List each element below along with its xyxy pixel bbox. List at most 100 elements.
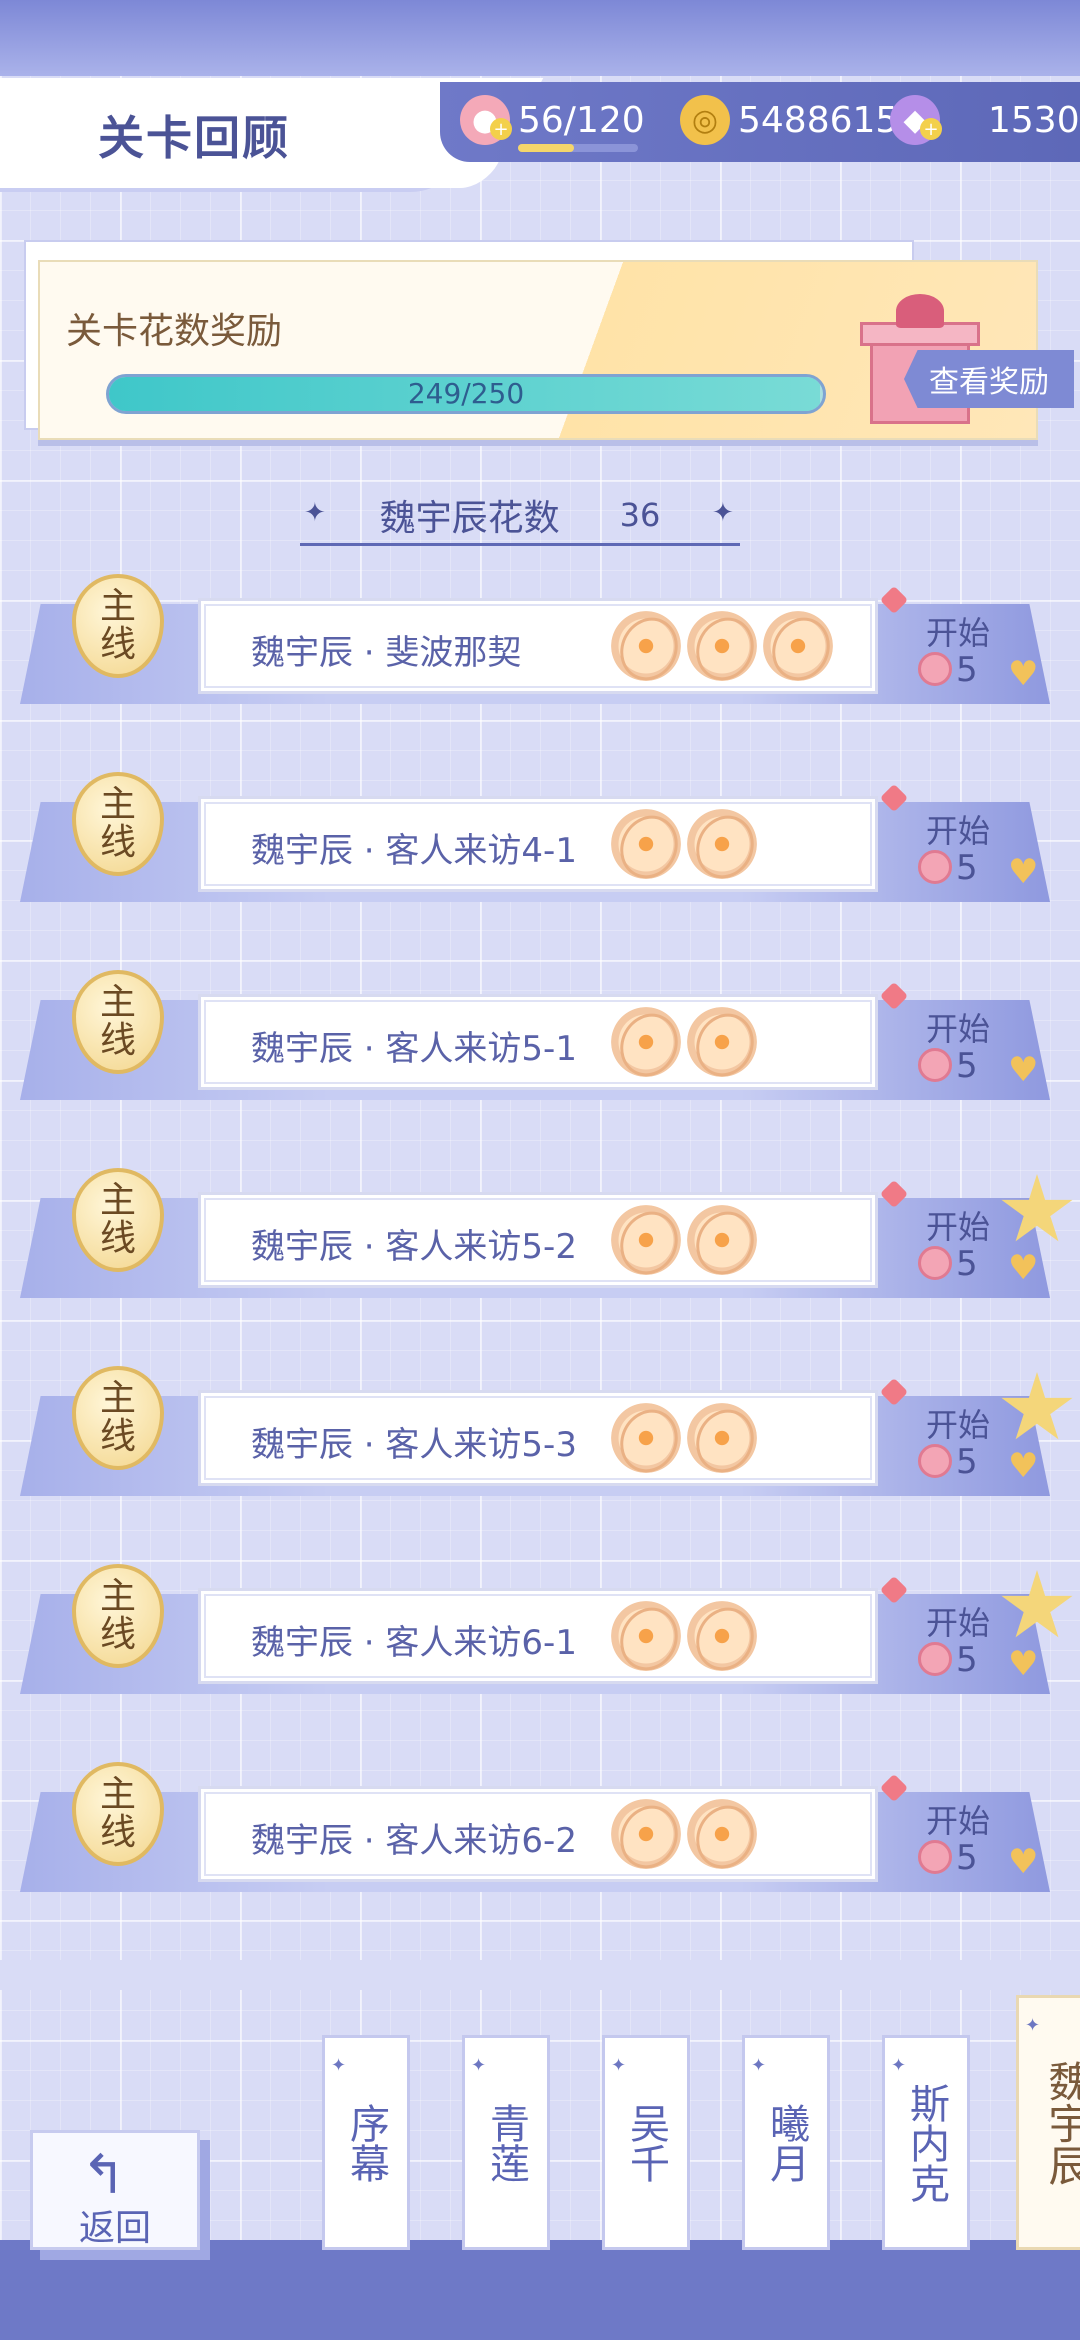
back-button[interactable]: ↰ 返回 [30,2130,200,2250]
level-row[interactable]: 魏宇辰 · 客人来访5-3 主 线 开始 5 ♥ [20,1366,1073,1500]
flower-icon [687,809,757,879]
flower-icon [611,1799,681,1869]
reward-progress-text: 249/250 [407,377,525,410]
start-button[interactable]: 开始 5 ♥ [879,1773,1038,1888]
gold-resource[interactable]: ◎ 5488615 [680,92,898,148]
level-panel[interactable]: 魏宇辰 · 客人来访5-1 [198,994,878,1090]
gold-value: 5488615 [738,99,899,141]
chapter-tab[interactable]: ✦ 魏宇辰 [1016,1995,1080,2250]
start-label: 开始 [926,1208,991,1246]
start-label: 开始 [926,1406,991,1444]
level-row[interactable]: 魏宇辰 · 客人来访6-1 主 线 开始 5 ♥ [20,1564,1073,1698]
level-panel[interactable]: 魏宇辰 · 客人来访5-3 [198,1390,878,1486]
heart-icon: ♥ [1008,654,1039,694]
cupcake-stamina-icon [918,1840,952,1874]
stamina-cost: 5 [956,1640,978,1680]
level-panel[interactable]: 魏宇辰 · 客人来访6-1 [198,1588,878,1684]
chapter-tab[interactable]: ✦ 序幕 [322,2035,410,2250]
stamina-value: 56/120 [518,99,645,141]
section-title: 魏宇辰花数 [379,497,560,539]
stamina-bar [518,144,638,152]
level-row[interactable]: 魏宇辰 · 客人来访5-2 主 线 开始 5 ♥ [20,1168,1073,1302]
start-button[interactable]: 开始 5 ♥ [879,981,1038,1096]
reward-progress-bar: 249/250 [106,374,826,414]
stamina-resource[interactable]: ● + 56/120 [460,92,645,152]
chapter-tab[interactable]: ✦ 青莲 [462,2035,550,2250]
add-gem-icon[interactable]: + [920,118,942,140]
stamina-cost: 5 [956,848,978,888]
level-name: 魏宇辰 · 斐波那契 [251,633,522,673]
flower-rating [611,1205,757,1275]
header: 关卡回顾 ● + 56/120 ◎ 5488615 ◆ + 1530 [0,72,1080,190]
flower-rating [611,611,833,681]
level-name: 魏宇辰 · 客人来访6-1 [251,1623,577,1663]
level-row[interactable]: 魏宇辰 · 斐波那契 主 线 开始 5 ♥ [20,574,1060,708]
add-stamina-icon[interactable]: + [490,118,512,140]
level-panel[interactable]: 魏宇辰 · 客人来访4-1 [198,796,878,892]
start-label: 开始 [926,614,991,652]
chapter-tab[interactable]: ✦ 斯内克 [882,2035,970,2250]
flower-icon [611,1403,681,1473]
level-row[interactable]: 魏宇辰 · 客人来访6-2 主 线 开始 5 ♥ [20,1762,1060,1896]
back-arrow-icon: ↰ [81,2143,127,2206]
stamina-cost: 5 [956,1046,978,1086]
level-panel[interactable]: 魏宇辰 · 斐波那契 [198,598,878,694]
chapter-tab-label: 吴千 [623,2102,669,2183]
chapter-tab[interactable]: ✦ 曦月 [742,2035,830,2250]
gem-value: 1530 [988,99,1080,141]
start-button[interactable]: 开始 5 ♥ [879,1575,1038,1690]
stamina-cost: 5 [956,1442,978,1482]
heart-icon: ♥ [1008,1446,1039,1486]
sparkle-icon: ✦ [751,2055,767,2076]
level-row[interactable]: 魏宇辰 · 客人来访4-1 主 线 开始 5 ♥ [20,772,1060,906]
start-button[interactable]: 开始 5 ♥ [879,585,1038,700]
flower-icon [611,1007,681,1077]
heart-icon: ♥ [1008,1050,1039,1090]
cupcake-stamina-icon [918,652,952,686]
flower-icon [611,1205,681,1275]
level-name: 魏宇辰 · 客人来访5-1 [251,1029,577,1069]
stamina-cost: 5 [956,1244,978,1284]
stamina-cost: 5 [956,650,978,690]
sparkle-icon: ✦ [611,2055,627,2076]
section-header: 魏宇辰花数 36 [300,486,740,546]
view-rewards-button[interactable]: 查看奖励 [904,350,1074,408]
heart-icon: ♥ [1008,1248,1039,1288]
level-panel[interactable]: 魏宇辰 · 客人来访5-2 [198,1192,878,1288]
chapter-tab[interactable]: ✦ 吴千 [602,2035,690,2250]
back-label: 返回 [79,2208,152,2249]
start-label: 开始 [926,1604,991,1642]
flower-rating [611,1007,757,1077]
resource-bar: ● + 56/120 ◎ 5488615 ◆ + 1530 [440,82,1080,162]
start-label: 开始 [926,812,991,850]
flower-icon [611,809,681,879]
start-button[interactable]: 开始 5 ♥ [879,1179,1038,1294]
level-row[interactable]: 魏宇辰 · 客人来访5-1 主 线 开始 5 ♥ [20,970,1060,1104]
start-label: 开始 [926,1010,991,1048]
flower-reward-card: 关卡花数奖励 249/250 查看奖励 [24,240,1074,440]
gem-resource[interactable]: ◆ + 1530 [890,92,1080,148]
cupcake-stamina-icon [918,1444,952,1478]
level-name: 魏宇辰 · 客人来访5-3 [251,1425,577,1465]
sparkle-icon: ✦ [1025,2015,1041,2036]
chapter-tab-label: 序幕 [343,2102,389,2183]
start-label: 开始 [926,1802,991,1840]
flower-icon [611,1601,681,1671]
section-count: 36 [619,495,661,534]
level-panel[interactable]: 魏宇辰 · 客人来访6-2 [198,1786,878,1882]
sparkle-icon: ✦ [891,2055,907,2076]
sparkle-icon: ✦ [331,2055,347,2076]
chapter-tab-label: 曦月 [763,2102,809,2183]
level-name: 魏宇辰 · 客人来访6-2 [251,1821,577,1861]
gold-coin-icon: ◎ [680,95,730,145]
flower-icon [687,1403,757,1473]
flower-icon [687,611,757,681]
sparkle-icon: ✦ [712,498,734,528]
cupcake-stamina-icon [918,850,952,884]
heart-icon: ♥ [1008,1842,1039,1882]
heart-icon: ♥ [1008,1644,1039,1684]
flower-rating [611,1403,757,1473]
flower-rating [611,1601,757,1671]
start-button[interactable]: 开始 5 ♥ [879,783,1038,898]
start-button[interactable]: 开始 5 ♥ [879,1377,1038,1492]
